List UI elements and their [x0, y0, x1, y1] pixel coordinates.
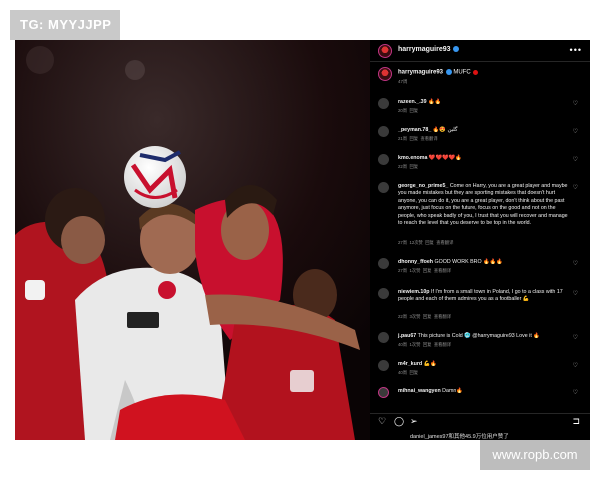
comment-like-icon[interactable]: ♡: [573, 156, 578, 163]
comment-time: 20周: [398, 108, 408, 113]
comment-like-count: 1次赞: [409, 268, 421, 273]
caption-avatar[interactable]: [378, 67, 392, 81]
comment-username[interactable]: mihnai_wangyen: [398, 388, 441, 394]
comment-like-icon[interactable]: ♡: [573, 290, 578, 297]
comment-time: 22周: [398, 314, 408, 319]
comment-avatar[interactable]: [378, 126, 389, 137]
comment-avatar[interactable]: [378, 154, 389, 165]
comment-like-icon[interactable]: ♡: [573, 389, 578, 396]
comment-username[interactable]: dhonny_ffoeh: [398, 259, 433, 265]
comment-like-icon[interactable]: ♡: [573, 260, 578, 267]
comment-avatar[interactable]: [378, 387, 389, 398]
translate-link[interactable]: 查看翻译: [434, 314, 451, 319]
comment-avatar[interactable]: [378, 288, 389, 299]
header-avatar[interactable]: [378, 44, 392, 58]
reply-link[interactable]: 回复: [423, 342, 432, 347]
verified-icon: [445, 69, 452, 75]
instagram-post: harrymaguire93 ••• harrymaguire93 MUFC 4…: [15, 40, 590, 440]
comment-username[interactable]: george_no_prime5_: [398, 183, 448, 189]
reply-link[interactable]: 回复: [409, 108, 418, 113]
reply-link[interactable]: 回复: [425, 240, 434, 245]
reply-link[interactable]: 回复: [409, 164, 418, 169]
comment-like-count: 12次赞: [409, 240, 423, 245]
post-actions-bar: ♡ ◯ ➢ ⊐: [370, 413, 590, 429]
translate-link[interactable]: 查看翻译: [420, 136, 437, 141]
red-circle-emoji: [473, 69, 479, 75]
comment-time: 27周: [398, 268, 408, 273]
comment-like-icon[interactable]: ♡: [573, 362, 578, 369]
page: TG: MYYJJPP harrymaguire93 ••• harrymagu…: [0, 0, 600, 480]
reply-link[interactable]: 回复: [409, 136, 418, 141]
comment-time: 22周: [398, 164, 408, 169]
caption-time: 47周: [398, 79, 408, 84]
post-photo[interactable]: [15, 40, 370, 440]
translate-link[interactable]: 查看翻译: [436, 240, 453, 245]
translate-link[interactable]: 查看翻译: [434, 342, 451, 347]
football-photo-illustration: [15, 40, 370, 440]
reply-link[interactable]: 回复: [423, 268, 432, 273]
header-username[interactable]: harrymaguire93: [398, 46, 451, 53]
comment-username[interactable]: _peyman.78_: [398, 127, 431, 133]
caption-text: MUFC: [453, 69, 471, 76]
comment-text: 💪🔥: [423, 361, 437, 367]
reply-link[interactable]: 回复: [409, 370, 418, 375]
more-icon[interactable]: •••: [570, 45, 582, 55]
comment-avatar[interactable]: [378, 258, 389, 269]
comment-time: 21周: [398, 136, 408, 141]
comments-panel: harrymaguire93 ••• harrymaguire93 MUFC 4…: [370, 40, 590, 440]
comment-like-icon[interactable]: ♡: [573, 100, 578, 107]
watermark-top-left: TG: MYYJJPP: [10, 10, 120, 40]
comment-icon[interactable]: ◯: [394, 416, 404, 427]
heart-icon[interactable]: ♡: [378, 416, 386, 427]
comment-username[interactable]: m4r_kurd: [398, 361, 422, 367]
comment-avatar[interactable]: [378, 182, 389, 193]
reply-link[interactable]: 回复: [423, 314, 432, 319]
post-caption: harrymaguire93 MUFC 47周: [370, 62, 590, 90]
comment-text: 🔥😍 گلین: [432, 127, 458, 133]
comment-avatar[interactable]: [378, 332, 389, 343]
comment-text: Come on Harry, you are a great player an…: [398, 183, 568, 227]
comment-time: 40周: [398, 370, 408, 375]
comment-text: This picture is Cold 🥶 @harrymaguire93 L…: [417, 333, 540, 339]
comment-time: 27周: [398, 240, 408, 245]
share-icon[interactable]: ➢: [410, 416, 418, 427]
comment-text: Damn🔥: [442, 388, 463, 394]
comment-like-icon[interactable]: ♡: [573, 334, 578, 341]
comment-username[interactable]: kmo.enoma: [398, 155, 427, 161]
comment-text: 🔥🔥: [428, 99, 442, 105]
comment-like-icon[interactable]: ♡: [573, 128, 578, 135]
comment-text: ❤️❤️❤️❤️🔥: [428, 155, 462, 161]
watermark-bottom-right: www.ropb.com: [480, 440, 590, 470]
comment-avatar[interactable]: [378, 360, 389, 371]
comment-username[interactable]: j.pau67: [398, 333, 416, 339]
comment-like-count: 1次赞: [409, 342, 421, 347]
caption-username[interactable]: harrymaguire93: [398, 70, 443, 76]
bookmark-icon[interactable]: ⊐: [572, 416, 580, 427]
comment-like-count: 3次赞: [409, 314, 421, 319]
verified-icon: [453, 46, 460, 53]
comment-username[interactable]: razeen._.39: [398, 99, 427, 105]
post-header: harrymaguire93 •••: [370, 40, 590, 62]
comment-like-icon[interactable]: ♡: [573, 184, 578, 191]
comment-text: GOOD WORK BRO 🔥🔥🔥: [434, 259, 503, 265]
comment-avatar[interactable]: [378, 98, 389, 109]
translate-link[interactable]: 查看翻译: [434, 268, 451, 273]
comment-username[interactable]: niewiem.10p: [398, 289, 430, 295]
likes-summary[interactable]: daniel_james97和其他45.9万位用户赞了: [410, 432, 509, 440]
comment-time: 40周: [398, 342, 408, 347]
